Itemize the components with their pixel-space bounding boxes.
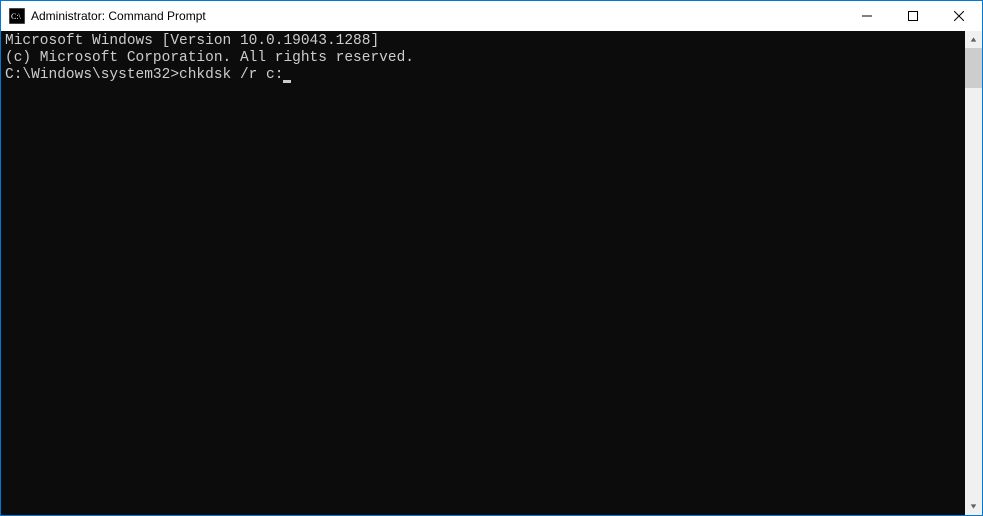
scroll-track[interactable] bbox=[965, 48, 982, 498]
scroll-thumb[interactable] bbox=[965, 48, 982, 88]
output-line: (c) Microsoft Corporation. All rights re… bbox=[5, 50, 961, 67]
chevron-down-icon bbox=[970, 503, 977, 510]
prompt-text: C:\Windows\system32> bbox=[5, 67, 179, 83]
minimize-icon bbox=[862, 11, 872, 21]
chevron-up-icon bbox=[970, 36, 977, 43]
maximize-button[interactable] bbox=[890, 1, 936, 31]
prompt-line: C:\Windows\system32>chkdsk /r c: bbox=[5, 67, 961, 84]
maximize-icon bbox=[908, 11, 918, 21]
close-icon bbox=[954, 11, 964, 21]
scroll-up-button[interactable] bbox=[965, 31, 982, 48]
command-prompt-window: C:\ Administrator: Command Prompt Micros… bbox=[0, 0, 983, 516]
client-area: Microsoft Windows [Version 10.0.19043.12… bbox=[1, 31, 982, 515]
app-icon: C:\ bbox=[9, 8, 25, 24]
minimize-button[interactable] bbox=[844, 1, 890, 31]
svg-text:C:\: C:\ bbox=[11, 12, 22, 21]
vertical-scrollbar[interactable] bbox=[965, 31, 982, 515]
window-title: Administrator: Command Prompt bbox=[31, 1, 844, 31]
cursor bbox=[283, 80, 291, 83]
command-text: chkdsk /r c: bbox=[179, 67, 283, 83]
close-button[interactable] bbox=[936, 1, 982, 31]
titlebar[interactable]: C:\ Administrator: Command Prompt bbox=[1, 1, 982, 31]
scroll-down-button[interactable] bbox=[965, 498, 982, 515]
window-controls bbox=[844, 1, 982, 31]
output-line: Microsoft Windows [Version 10.0.19043.12… bbox=[5, 33, 961, 50]
terminal-output[interactable]: Microsoft Windows [Version 10.0.19043.12… bbox=[1, 31, 965, 515]
